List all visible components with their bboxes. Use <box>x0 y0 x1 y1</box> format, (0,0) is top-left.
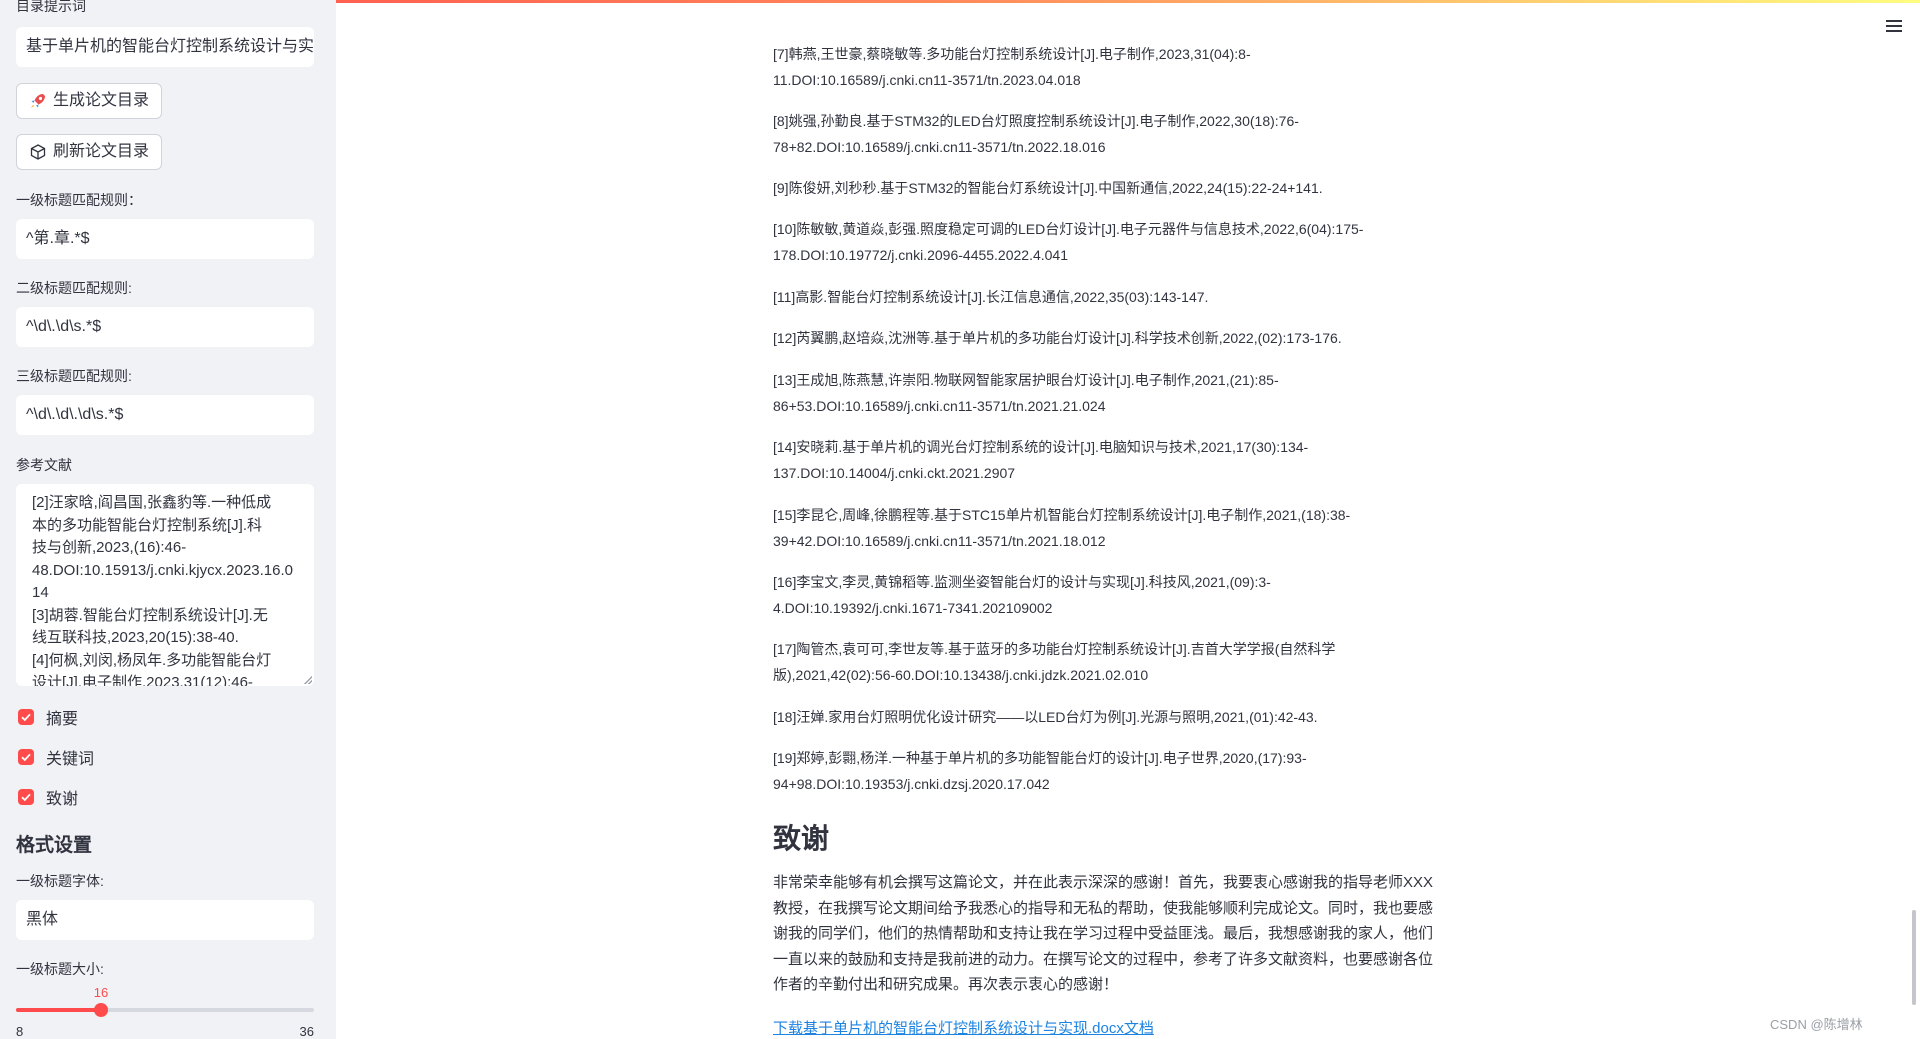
level1-size-slider[interactable] <box>16 1003 314 1017</box>
reference-line: [10]陈敏敏,黄道焱,彭强.照度稳定可调的LED台灯设计[J].电子元器件与信… <box>773 221 1364 237</box>
slider-min-label: 8 <box>16 1024 24 1039</box>
textarea-line: 技与创新,2023,(16):46- <box>32 539 187 556</box>
level3-rule-label: 三级标题匹配规则: <box>16 368 132 384</box>
textarea-line: 线互联科技,2023,20(15):38-40. <box>32 629 239 646</box>
slider-fill <box>16 1008 101 1012</box>
refresh-catalog-button[interactable]: 刷新论文目录 <box>16 134 163 170</box>
reference-line: 39+42.DOI:10.16589/j.cnki.cn11-3571/tn.2… <box>773 533 1106 549</box>
slider-max-label: 36 <box>299 1024 314 1039</box>
paragraph-line: 教授，在我撰写论文期间给予我悉心的指导和无私的帮助，使我能够顺利完成论文。同时，… <box>773 899 1434 917</box>
checkbox-checked-icon <box>18 749 34 765</box>
reference-item: [8]姚强,孙勤良.基于STM32的LED台灯照度控制系统设计[J].电子制作,… <box>773 108 1493 160</box>
acknowledgement-paragraph: 非常荣幸能够有机会撰写这篇论文，并在此表示深深的感谢！首先，我要衷心感谢我的指导… <box>773 870 1493 998</box>
reference-line: [19]郑婷,彭翾,杨洋.一种基于单片机的多功能智能台灯的设计[J].电子世界,… <box>773 750 1307 766</box>
download-docx-link[interactable]: 下载基于单片机的智能台灯控制系统设计与实现.docx文档 <box>773 1017 1154 1038</box>
generate-catalog-label: 生成论文目录 <box>53 92 150 109</box>
paragraph-line: 一直以来的鼓励和支持是我前进的动力。在撰写论文的过程中，参考了许多文献资料，也要… <box>773 950 1434 968</box>
checkbox-checked-icon <box>18 709 34 725</box>
level3-rule-input[interactable]: ^\d\.\d\.\d\s.*$ <box>16 395 314 435</box>
reference-line: [15]李昆仑,周峰,徐鹏程等.基于STC15单片机智能台灯控制系统设计[J].… <box>773 507 1351 523</box>
reference-item: [7]韩燕,王世豪,蔡晓敏等.多功能台灯控制系统设计[J].电子制作,2023,… <box>773 41 1493 93</box>
paragraph-line: 作者的辛勤付出和研究成果。再次表示衷心的感谢！ <box>773 976 1119 993</box>
level2-rule-input[interactable]: ^\d\.\d\s.*$ <box>16 307 314 347</box>
paragraph-line: 非常荣幸能够有机会撰写这篇论文，并在此表示深深的感谢！首先，我要衷心感谢我的指导… <box>773 874 1434 891</box>
reference-line: 137.DOI:10.14004/j.cnki.ckt.2021.2907 <box>773 465 1016 481</box>
refresh-catalog-label: 刷新论文目录 <box>53 143 150 160</box>
reference-item: [14]安晓莉.基于单片机的调光台灯控制系统的设计[J].电脑知识与技术,202… <box>773 434 1493 486</box>
reference-line: 78+82.DOI:10.16589/j.cnki.cn11-3571/tn.2… <box>773 139 1106 155</box>
catalog-prompt-input[interactable]: 基于单片机的智能台灯控制系统设计与实 <box>16 27 314 67</box>
reference-line: [13]王成旭,陈燕慧,许崇阳.物联网智能家居护眼台灯设计[J].电子制作,20… <box>773 372 1279 388</box>
rocket-icon <box>31 94 45 108</box>
reference-line: [17]陶管杰,袁可可,李世友等.基于蓝牙的多功能台灯控制系统设计[J].吉首大… <box>773 641 1336 657</box>
level1-size-label: 一级标题大小: <box>16 961 104 977</box>
reference-item: [19]郑婷,彭翾,杨洋.一种基于单片机的多功能智能台灯的设计[J].电子世界,… <box>773 745 1493 797</box>
hamburger-menu-icon[interactable] <box>1884 18 1904 34</box>
reference-item: [10]陈敏敏,黄道焱,彭强.照度稳定可调的LED台灯设计[J].电子元器件与信… <box>773 216 1493 268</box>
main-content: [7]韩燕,王世豪,蔡晓敏等.多功能台灯控制系统设计[J].电子制作,2023,… <box>336 0 1920 1039</box>
reference-line: [8]姚强,孙勤良.基于STM32的LED台灯照度控制系统设计[J].电子制作,… <box>773 113 1299 129</box>
checkbox-checked-icon <box>18 789 34 805</box>
reference-line: [7]韩燕,王世豪,蔡晓敏等.多功能台灯控制系统设计[J].电子制作,2023,… <box>773 46 1251 62</box>
csdn-watermark: CSDN @陈增林 <box>1770 1017 1863 1032</box>
sidebar: 目录提示词 基于单片机的智能台灯控制系统设计与实 生成论文目录 刷新论文目录 一… <box>0 0 336 1039</box>
reference-line: [11]高影.智能台灯控制系统设计[J].长江信息通信,2022,35(03):… <box>773 289 1209 305</box>
checkbox-abstract[interactable]: 摘要 <box>18 705 78 729</box>
reference-item: [15]李昆仑,周峰,徐鹏程等.基于STC15单片机智能台灯控制系统设计[J].… <box>773 502 1493 554</box>
checkbox-keywords[interactable]: 关键词 <box>18 745 94 769</box>
acknowledgement-heading: 致谢 <box>773 823 830 854</box>
slider-thumb[interactable] <box>94 1003 108 1017</box>
reference-item: [13]王成旭,陈燕慧,许崇阳.物联网智能家居护眼台灯设计[J].电子制作,20… <box>773 367 1493 419</box>
reference-line: [9]陈俊妍,刘秒秒.基于STM32的智能台灯系统设计[J].中国新通信,202… <box>773 180 1323 196</box>
catalog-prompt-label: 目录提示词 <box>16 0 86 14</box>
level1-rule-label: 一级标题匹配规则： <box>16 192 142 208</box>
textarea-line: 本的多功能智能台灯控制系统[J].科 <box>32 516 263 534</box>
checkbox-label: 致谢 <box>46 791 79 808</box>
reference-line: 4.DOI:10.19392/j.cnki.1671-7341.20210900… <box>773 600 1053 616</box>
textarea-line: [3]胡蓉.智能台灯控制系统设计[J].无 <box>32 606 268 624</box>
checkbox-label: 摘要 <box>46 711 79 728</box>
reference-item: [9]陈俊妍,刘秒秒.基于STM32的智能台灯系统设计[J].中国新通信,202… <box>773 175 1493 201</box>
reference-item: [11]高影.智能台灯控制系统设计[J].长江信息通信,2022,35(03):… <box>773 284 1493 310</box>
reference-line: [18]汪婵.家用台灯照明优化设计研究——以LED台灯为例[J].光源与照明,2… <box>773 709 1318 725</box>
references-textarea[interactable]: [2]汪家晗,阎昌国,张鑫豹等.一种低成 本的多功能智能台灯控制系统[J].科 … <box>16 484 314 686</box>
reference-line: [12]芮翼鹏,赵培焱,沈洲等.基于单片机的多功能台灯设计[J].科学技术创新,… <box>773 330 1342 346</box>
generate-catalog-button[interactable]: 生成论文目录 <box>16 83 163 119</box>
reference-line: 版),2021,42(02):56-60.DOI:10.13438/j.cnki… <box>773 667 1149 683</box>
reference-item: [16]李宝文,李灵,黄锦稻等.监测坐姿智能台灯的设计与实现[J].科技风,20… <box>773 569 1493 621</box>
checkbox-acknowledgement[interactable]: 致谢 <box>18 785 78 809</box>
reference-line: 94+98.DOI:10.19353/j.cnki.dzsj.2020.17.0… <box>773 776 1050 792</box>
cube-icon <box>30 144 46 160</box>
level1-rule-input[interactable]: ^第.章.*$ <box>16 219 314 259</box>
page-scrollbar[interactable] <box>1912 910 1916 1005</box>
reference-item: [18]汪婵.家用台灯照明优化设计研究——以LED台灯为例[J].光源与照明,2… <box>773 704 1493 730</box>
level1-font-label: 一级标题字体: <box>16 873 104 889</box>
textarea-line: 48.DOI:10.15913/j.cnki.kjycx.2023.16.0 <box>32 561 293 579</box>
resize-handle[interactable] <box>304 676 312 684</box>
reference-line: 178.DOI:10.19772/j.cnki.2096-4455.2022.4… <box>773 247 1069 263</box>
reference-line: [14]安晓莉.基于单片机的调光台灯控制系统的设计[J].电脑知识与技术,202… <box>773 439 1309 455</box>
reference-item: [17]陶管杰,袁可可,李世友等.基于蓝牙的多功能台灯控制系统设计[J].吉首大… <box>773 636 1493 688</box>
reference-line: [16]李宝文,李灵,黄锦稻等.监测坐姿智能台灯的设计与实现[J].科技风,20… <box>773 574 1271 590</box>
slider-current-value: 16 <box>93 985 109 1000</box>
textarea-line: 14 <box>32 584 49 601</box>
level2-rule-label: 二级标题匹配规则: <box>16 280 132 296</box>
reference-item: [12]芮翼鹏,赵培焱,沈洲等.基于单片机的多功能台灯设计[J].科学技术创新,… <box>773 325 1493 351</box>
references-label: 参考文献 <box>16 457 72 473</box>
checkbox-label: 关键词 <box>46 751 95 768</box>
reference-line: 11.DOI:10.16589/j.cnki.cn11-3571/tn.2023… <box>773 72 1081 88</box>
paragraph-line: 谢我的同学们，他们的热情帮助和支持让我在学习过程中受益匪浅。最后，我想感谢我的家… <box>773 925 1434 942</box>
level1-font-input[interactable]: 黑体 <box>16 900 314 940</box>
textarea-line: 设计[J].电子制作,2023,31(12):46- <box>32 674 253 686</box>
reference-line: 86+53.DOI:10.16589/j.cnki.cn11-3571/tn.2… <box>773 398 1106 414</box>
format-settings-heading: 格式设置 <box>16 835 93 856</box>
textarea-line: [4]何枫,刘闵,杨凤年.多功能智能台灯 <box>32 651 272 669</box>
textarea-line: [2]汪家晗,阎昌国,张鑫豹等.一种低成 <box>32 494 272 511</box>
